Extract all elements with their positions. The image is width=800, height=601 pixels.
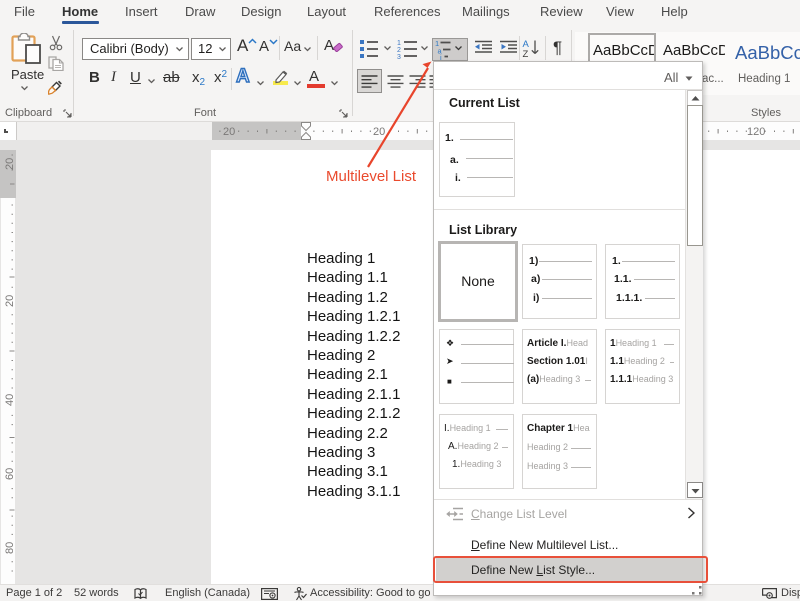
svg-text:2: 2 [397,47,401,54]
svg-text:1: 1 [397,40,401,47]
svg-text:Z: Z [523,49,529,58]
svg-text:80: 80 [4,542,15,554]
svg-text:20: 20 [4,158,15,170]
svg-text:20: 20 [4,295,15,307]
svg-text:i: i [440,53,442,60]
svg-text:60: 60 [4,468,15,480]
svg-text:120: 120 [747,126,765,138]
svg-text:40: 40 [4,394,15,406]
svg-text:20: 20 [223,126,235,138]
